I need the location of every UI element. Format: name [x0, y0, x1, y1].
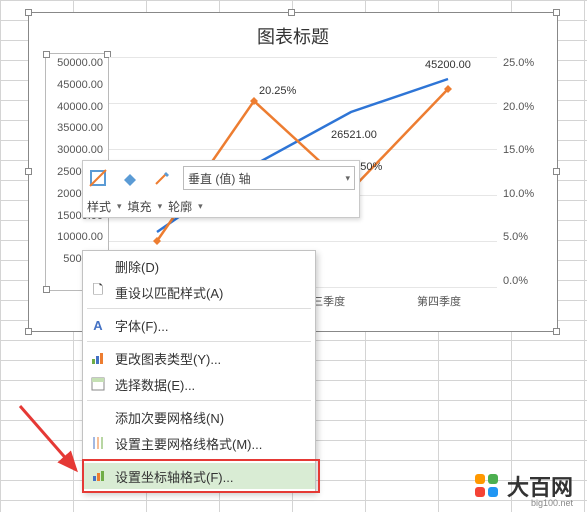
x-tick: 第四季度 — [417, 293, 461, 309]
menu-font[interactable]: A字体(F)... — [83, 312, 315, 338]
menu-format-axis[interactable]: 设置坐标轴格式(F)... — [83, 463, 315, 489]
style-icon[interactable] — [87, 167, 109, 189]
y-tick: 40000.00 — [49, 101, 103, 113]
chart-type-icon — [89, 349, 107, 367]
menu-change-chart-type[interactable]: 更改图表类型(Y)... — [83, 345, 315, 371]
y-tick: 20.0% — [503, 101, 551, 113]
reset-icon: 🗋 — [89, 283, 107, 301]
data-label: 45200.00 — [425, 59, 471, 71]
y-axis-right[interactable]: 25.0% 20.0% 15.0% 10.0% 5.0% 0.0% — [503, 57, 551, 287]
y-tick: 35000.00 — [49, 122, 103, 134]
y-tick: 10.0% — [503, 188, 551, 200]
axis-dropdown[interactable]: 垂直 (值) 轴▾ — [183, 166, 355, 190]
chevron-down-icon: ▾ — [345, 173, 350, 184]
y-tick: 50000.00 — [49, 57, 103, 69]
data-label: 20.25% — [259, 85, 296, 97]
fill-label[interactable]: 填充 — [128, 198, 152, 215]
mini-toolbar[interactable]: 垂直 (值) 轴▾ 样式▾ 填充▾ 轮廓▾ — [82, 160, 360, 218]
y-tick: 25.0% — [503, 57, 551, 69]
menu-add-minor-gridlines[interactable]: 添加次要网格线(N) — [83, 404, 315, 430]
arrow-annotation — [14, 400, 94, 490]
fill-icon[interactable] — [119, 167, 141, 189]
style-label[interactable]: 样式 — [87, 198, 111, 215]
y-tick: 5.0% — [503, 231, 551, 243]
y-tick: 0.0% — [503, 275, 551, 287]
menu-select-data[interactable]: 选择数据(E)... — [83, 371, 315, 397]
outline-label[interactable]: 轮廓 — [168, 198, 192, 215]
context-menu[interactable]: 删除(D) 🗋重设以匹配样式(A) A字体(F)... 更改图表类型(Y)...… — [82, 250, 316, 492]
y-tick: 15.0% — [503, 144, 551, 156]
y-tick: 45000.00 — [49, 79, 103, 91]
menu-delete[interactable]: 删除(D) — [83, 253, 315, 279]
menu-reset-style[interactable]: 🗋重设以匹配样式(A) — [83, 279, 315, 305]
menu-major-gridlines-format[interactable]: 设置主要网格线格式(M)... — [83, 430, 315, 456]
watermark-logo: 大百网big100.net — [473, 470, 573, 502]
outline-icon[interactable] — [151, 167, 173, 189]
y-tick: 30000.00 — [49, 144, 103, 156]
font-icon: A — [89, 316, 107, 334]
select-data-icon — [89, 375, 107, 393]
data-label: 26521.00 — [331, 129, 377, 141]
y-tick: 10000.00 — [49, 231, 103, 243]
